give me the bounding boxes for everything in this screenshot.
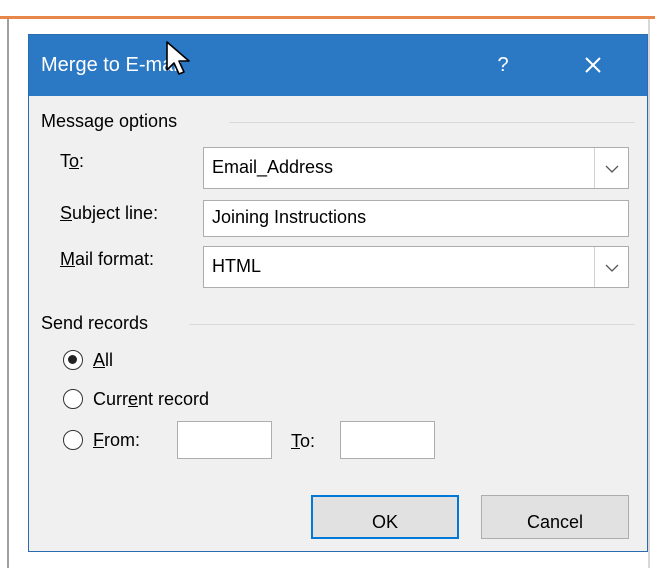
mail-format-label-accelerator: M [60, 249, 75, 269]
document-page-edge-right [648, 19, 650, 568]
send-current-record-radio[interactable] [63, 389, 83, 409]
to-label-suffix: : [79, 151, 85, 171]
mouse-pointer-icon [166, 41, 190, 75]
mail-format-dropdown-button[interactable] [594, 247, 628, 287]
to-label-prefix: T [60, 151, 69, 171]
send-all-label: All [93, 349, 113, 371]
to-label-accelerator: o [69, 151, 80, 171]
send-from-range-radio[interactable] [63, 430, 83, 450]
send-all-accelerator: A [93, 350, 106, 370]
cancel-button-label: Cancel [526, 511, 584, 532]
help-button[interactable]: ? [491, 51, 515, 79]
send-all-suffix: ll [105, 350, 114, 370]
merge-to-email-dialog: Merge to E-mail ? Message options To: Em… [28, 34, 648, 552]
from-record-input[interactable] [177, 421, 272, 459]
dialog-title: Merge to E-mail [41, 54, 183, 76]
send-current-record-label: Current record [93, 388, 209, 410]
to-dropdown[interactable]: Email_Address [203, 147, 629, 189]
mail-format-label-suffix: ail format: [75, 249, 155, 269]
subject-label-suffix: ubject line: [72, 203, 159, 223]
mail-format-dropdown[interactable]: HTML [203, 246, 629, 288]
ok-button[interactable]: OK [311, 495, 459, 539]
close-button[interactable] [579, 51, 607, 79]
send-from-range-option[interactable]: From: [63, 429, 183, 453]
from-label-accelerator: F [93, 430, 104, 450]
to-label: To: [60, 150, 84, 172]
mail-format-label: Mail format: [60, 248, 154, 270]
to-record-input[interactable] [340, 421, 435, 459]
document-page-edge [7, 19, 9, 568]
message-options-group-label: Message options [41, 111, 178, 131]
subject-label-accelerator: S [60, 203, 73, 223]
chevron-down-icon [605, 264, 619, 272]
from-label-suffix: rom: [104, 430, 140, 450]
send-records-group-label: Send records [41, 313, 149, 333]
to-dropdown-button[interactable] [594, 148, 628, 188]
send-records-divider [189, 324, 635, 325]
mail-format-value: HTML [212, 256, 261, 276]
subject-line-value: Joining Instructions [212, 207, 367, 227]
ok-button-label: OK [371, 511, 398, 532]
chevron-down-icon [605, 165, 619, 173]
close-icon [585, 57, 601, 73]
current-label-prefix: Curr [93, 389, 128, 409]
to-record-suffix: o: [300, 431, 316, 451]
dialog-titlebar[interactable]: Merge to E-mail ? [29, 35, 647, 96]
to-record-accelerator: T [291, 431, 300, 451]
current-label-accelerator: e [128, 389, 139, 409]
current-label-suffix: nt record [138, 389, 210, 409]
to-dropdown-value: Email_Address [212, 157, 334, 177]
message-options-divider [229, 122, 635, 123]
send-all-radio[interactable] [63, 350, 83, 370]
subject-line-label: Subject line: [60, 202, 158, 224]
send-current-record-option[interactable]: Current record [63, 388, 283, 412]
send-from-label: From: [93, 429, 140, 451]
to-record-label: To: [291, 430, 315, 452]
cancel-button[interactable]: Cancel [481, 495, 629, 539]
document-top-accent-line [0, 16, 655, 19]
send-all-option[interactable]: All [63, 349, 213, 373]
subject-line-input[interactable]: Joining Instructions [203, 200, 629, 237]
